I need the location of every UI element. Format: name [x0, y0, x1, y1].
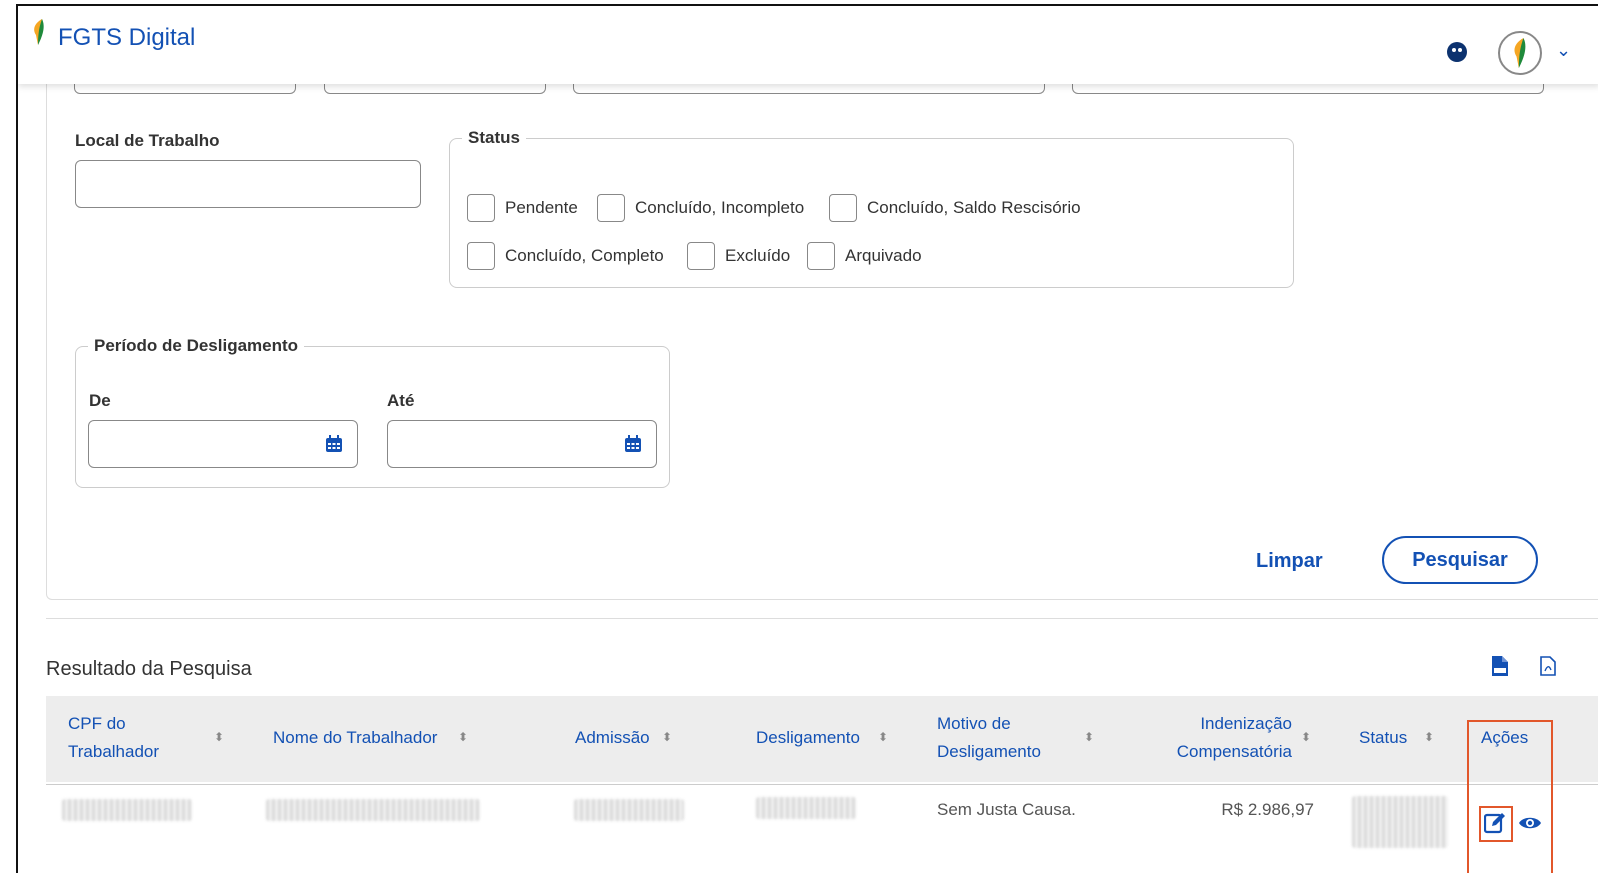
user-avatar-icon[interactable] — [1498, 31, 1542, 75]
status-option-concluido-completo[interactable]: Concluído, Completo — [467, 242, 664, 270]
sort-icon[interactable]: ⬍ — [1424, 730, 1434, 744]
date-to-input[interactable] — [387, 420, 657, 468]
column-header-nome[interactable]: Nome do Trabalhador — [273, 724, 437, 752]
column-header-admissao[interactable]: Admissão — [575, 724, 650, 752]
redacted-nome — [266, 799, 480, 821]
de-label: De — [89, 391, 111, 410]
checkbox[interactable] — [467, 242, 495, 270]
pdf-file-icon[interactable] — [1540, 656, 1556, 676]
status-option-excluido[interactable]: Excluído — [687, 242, 790, 270]
search-button[interactable]: Pesquisar — [1382, 536, 1538, 584]
status-legend: Status — [468, 128, 520, 147]
column-header-cpf[interactable]: CPF do Trabalhador — [68, 710, 159, 766]
status-option-pendente[interactable]: Pendente — [467, 194, 578, 222]
cell-indenizacao: R$ 2.986,97 — [1221, 800, 1314, 819]
periodo-legend: Período de Desligamento — [94, 336, 299, 355]
accessibility-icon[interactable] — [1447, 42, 1467, 62]
acoes-highlight-box — [1467, 720, 1553, 873]
local-trabalho-input[interactable] — [75, 160, 421, 208]
edit-icon[interactable] — [1484, 812, 1506, 834]
top-header: FGTS Digital ⌄ — [18, 6, 1598, 84]
sort-icon[interactable]: ⬍ — [1084, 730, 1094, 744]
checkbox[interactable] — [597, 194, 625, 222]
leaf-logo-icon — [34, 19, 44, 45]
sort-icon[interactable]: ⬍ — [662, 730, 672, 744]
leaf-logo-icon — [1514, 38, 1526, 68]
column-header-desligamento[interactable]: Desligamento — [756, 724, 860, 752]
column-header-indenizacao[interactable]: Indenização Compensatória — [1168, 710, 1292, 766]
sort-icon[interactable]: ⬍ — [878, 730, 888, 744]
sort-icon[interactable]: ⬍ — [1301, 730, 1311, 744]
checkbox[interactable] — [467, 194, 495, 222]
status-option-concluido-saldo[interactable]: Concluído, Saldo Rescisório — [829, 194, 1081, 222]
date-from-input[interactable] — [88, 420, 358, 468]
redacted-cpf — [62, 799, 192, 821]
sort-icon[interactable]: ⬍ — [214, 730, 224, 744]
app-title[interactable]: FGTS Digital — [58, 24, 195, 52]
view-eye-icon[interactable] — [1518, 814, 1542, 832]
divider — [46, 618, 1598, 619]
csv-file-icon[interactable] — [1492, 656, 1508, 676]
redacted-admissao — [574, 799, 684, 821]
chevron-down-icon[interactable]: ⌄ — [1556, 40, 1571, 61]
local-trabalho-label: Local de Trabalho — [75, 131, 220, 150]
clear-button[interactable]: Limpar — [1256, 546, 1323, 576]
sort-icon[interactable]: ⬍ — [458, 730, 468, 744]
results-title: Resultado da Pesquisa — [46, 658, 252, 680]
status-option-concluido-incompleto[interactable]: Concluído, Incompleto — [597, 194, 804, 222]
redacted-desligamento — [756, 797, 856, 819]
checkbox[interactable] — [807, 242, 835, 270]
checkbox[interactable] — [687, 242, 715, 270]
app-window: FGTS Digital ⌄ Local de Trabalho Status … — [16, 4, 1598, 873]
calendar-icon[interactable] — [325, 435, 343, 453]
status-option-arquivado[interactable]: Arquivado — [807, 242, 922, 270]
column-header-status[interactable]: Status — [1359, 724, 1407, 752]
checkbox[interactable] — [829, 194, 857, 222]
calendar-icon[interactable] — [624, 435, 642, 453]
ate-label: Até — [387, 391, 415, 410]
cell-motivo: Sem Justa Causa. — [937, 800, 1076, 819]
redacted-status — [1352, 796, 1448, 848]
column-header-motivo[interactable]: Motivo de Desligamento — [937, 710, 1041, 766]
